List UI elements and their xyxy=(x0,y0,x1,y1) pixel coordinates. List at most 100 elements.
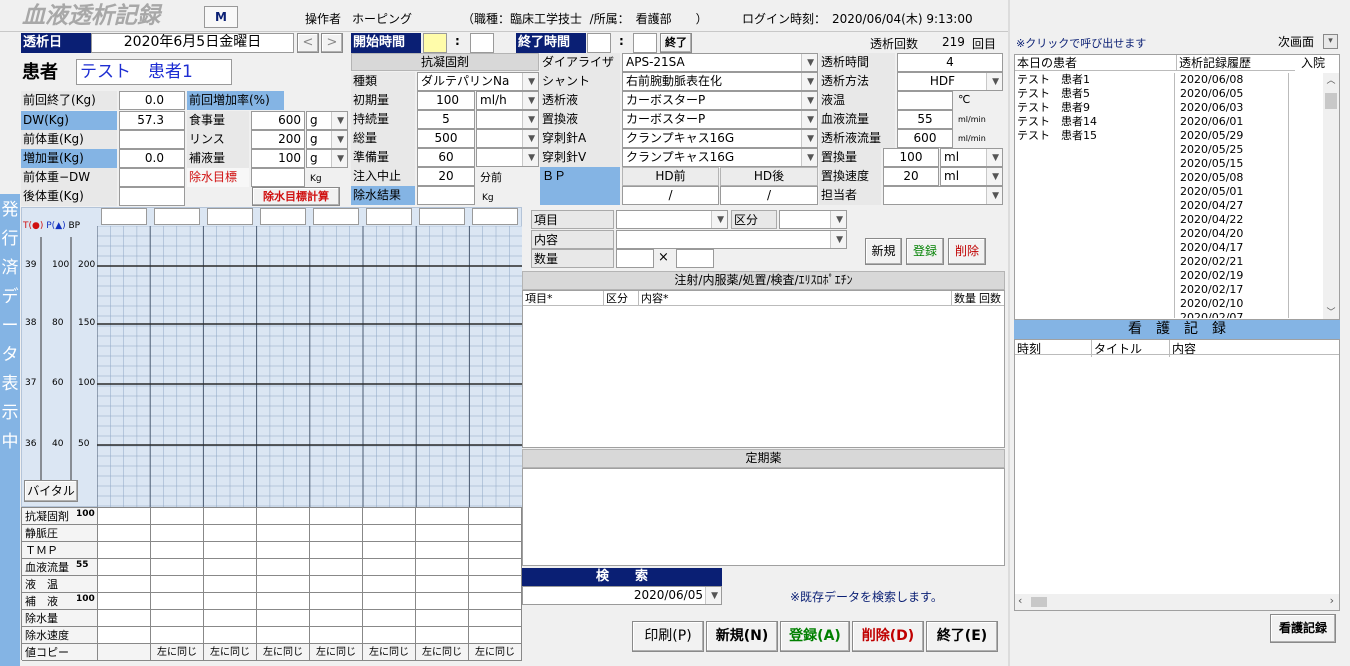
total-dose-unit-select[interactable]: ▼ xyxy=(476,129,539,148)
vital-cell[interactable] xyxy=(151,508,204,525)
vital-cell[interactable] xyxy=(363,610,416,627)
today-patient-item[interactable]: テスト 患者15 xyxy=(1015,129,1174,143)
meal-value[interactable]: 600 xyxy=(251,111,305,130)
scroll-down-icon[interactable]: ﹀ xyxy=(1323,305,1339,319)
vital-cell[interactable] xyxy=(310,593,363,610)
vital-cell[interactable] xyxy=(363,593,416,610)
history-item[interactable]: 2020/04/20 xyxy=(1177,227,1288,241)
footer-exit-button[interactable]: 終了(E) xyxy=(926,621,998,652)
vital-cell[interactable] xyxy=(310,508,363,525)
vital-cell[interactable] xyxy=(151,525,204,542)
chart-time-box[interactable] xyxy=(419,208,465,225)
next-screen-checkbox[interactable]: ▾ xyxy=(1323,34,1338,49)
cont-dose-value[interactable]: 5 xyxy=(417,110,475,129)
chart-time-box[interactable] xyxy=(313,208,359,225)
chart-time-box[interactable] xyxy=(154,208,200,225)
prep-dose-value[interactable]: 60 xyxy=(417,148,475,167)
dialysis-method-select[interactable]: HDF ▼ xyxy=(897,72,1003,91)
dialysate-select[interactable]: カーボスターP ▼ xyxy=(622,91,818,110)
prep-dose-unit-select[interactable]: ▼ xyxy=(476,148,539,167)
footer-save-button[interactable]: 登録(A) xyxy=(780,621,850,652)
vital-cell[interactable] xyxy=(257,525,310,542)
dialysis-date-field[interactable]: 2020年6月5日金曜日 xyxy=(91,33,294,53)
vital-cell[interactable] xyxy=(363,576,416,593)
scroll-thumb[interactable] xyxy=(1325,93,1337,109)
copy-left-button[interactable]: 左に同じ xyxy=(204,644,257,661)
needle-v-select[interactable]: クランプキャス16G ▼ xyxy=(622,148,818,167)
content-select[interactable]: ▼ xyxy=(616,230,847,249)
vital-cell[interactable] xyxy=(257,542,310,559)
vital-cell[interactable] xyxy=(469,508,522,525)
history-item[interactable]: 2020/02/21 xyxy=(1177,255,1288,269)
vital-cell[interactable] xyxy=(257,559,310,576)
replacement-vol-unit-select[interactable]: ml ▼ xyxy=(940,148,1003,167)
vital-cell[interactable] xyxy=(151,593,204,610)
sub-fluid-value[interactable]: 100 xyxy=(251,149,305,168)
history-item[interactable]: 2020/05/15 xyxy=(1177,157,1288,171)
vital-cell[interactable] xyxy=(416,508,469,525)
history-item[interactable]: 2020/05/29 xyxy=(1177,129,1288,143)
vital-cell[interactable] xyxy=(416,542,469,559)
vital-cell[interactable] xyxy=(310,627,363,644)
vital-cell[interactable] xyxy=(98,593,151,610)
vital-cell[interactable] xyxy=(151,576,204,593)
rinse-value[interactable]: 200 xyxy=(251,130,305,149)
vital-cell[interactable] xyxy=(469,559,522,576)
vital-cell[interactable] xyxy=(310,610,363,627)
vital-cell[interactable] xyxy=(310,525,363,542)
today-patient-item[interactable]: テスト 患者9 xyxy=(1015,101,1174,115)
pre-weight-value[interactable] xyxy=(119,130,185,149)
vital-cell[interactable] xyxy=(363,627,416,644)
chart-time-box[interactable] xyxy=(101,208,147,225)
vital-cell[interactable] xyxy=(204,576,257,593)
history-item[interactable]: 2020/05/25 xyxy=(1177,143,1288,157)
regular-medicine-list[interactable] xyxy=(522,468,1005,566)
vital-cell[interactable] xyxy=(204,627,257,644)
start-hour-field[interactable] xyxy=(423,33,447,53)
nursing-hscrollbar[interactable]: ‹ › xyxy=(1015,594,1339,610)
vital-cell[interactable] xyxy=(257,627,310,644)
nursing-record-list[interactable]: 時刻 タイトル 内容 ‹ › xyxy=(1014,339,1340,611)
history-item[interactable]: 2020/04/17 xyxy=(1177,241,1288,255)
today-patient-item[interactable]: テスト 患者5 xyxy=(1015,87,1174,101)
bp-pre-field[interactable]: / xyxy=(622,186,719,205)
vital-cell[interactable] xyxy=(257,508,310,525)
history-item[interactable]: 2020/04/27 xyxy=(1177,199,1288,213)
history-item[interactable]: 2020/06/08 xyxy=(1177,73,1288,87)
vital-chart-grid[interactable] xyxy=(96,225,522,508)
vital-cell[interactable] xyxy=(98,627,151,644)
vital-cell[interactable] xyxy=(416,610,469,627)
needle-a-select[interactable]: クランプキャス16G ▼ xyxy=(622,129,818,148)
finish-button[interactable]: 終了 xyxy=(660,33,692,53)
vital-cell[interactable] xyxy=(310,542,363,559)
nursing-record-button[interactable]: 看護記録 xyxy=(1270,614,1336,643)
replacement-speed-value[interactable]: 20 xyxy=(883,167,939,186)
today-patient-item[interactable]: テスト 患者1 xyxy=(1015,73,1174,87)
vital-cell[interactable] xyxy=(310,576,363,593)
patient-history-list[interactable]: 本日の患者 透析記録履歴 入院 テスト 患者1 テスト 患者5 テスト 患者9 テスト… xyxy=(1014,54,1340,320)
history-item[interactable]: 2020/06/05 xyxy=(1177,87,1288,101)
treatment-list[interactable]: 項目* 区分 内容* 数量 回数 xyxy=(522,290,1005,448)
vital-cell[interactable] xyxy=(416,559,469,576)
history-item[interactable]: 2020/02/10 xyxy=(1177,297,1288,311)
replacement-speed-unit-select[interactable]: ml ▼ xyxy=(940,167,1003,186)
vital-cell[interactable] xyxy=(310,559,363,576)
end-hour-field[interactable] xyxy=(587,33,611,53)
shunt-select[interactable]: 右前腕動脈表在化 ▼ xyxy=(622,72,818,91)
item-delete-button[interactable]: 削除 xyxy=(948,238,986,265)
init-dose-unit-select[interactable]: ml/h ▼ xyxy=(476,91,539,110)
vital-cell[interactable] xyxy=(204,610,257,627)
vital-cell[interactable] xyxy=(204,525,257,542)
vital-cell[interactable] xyxy=(204,542,257,559)
quantity-field[interactable] xyxy=(616,249,654,268)
category-select[interactable]: ▼ xyxy=(779,210,847,229)
vital-cell[interactable] xyxy=(98,576,151,593)
print-button[interactable]: 印刷(P) xyxy=(632,621,704,652)
history-item[interactable]: 2020/04/22 xyxy=(1177,213,1288,227)
chart-time-box[interactable] xyxy=(366,208,412,225)
search-date-select[interactable]: 2020/06/05 ▼ xyxy=(522,586,722,605)
dialysate-flow-value[interactable]: 600 xyxy=(897,129,953,148)
chart-time-box[interactable] xyxy=(207,208,253,225)
vital-button[interactable]: バイタル xyxy=(24,480,78,502)
rinse-unit-select[interactable]: g ▼ xyxy=(306,130,348,149)
